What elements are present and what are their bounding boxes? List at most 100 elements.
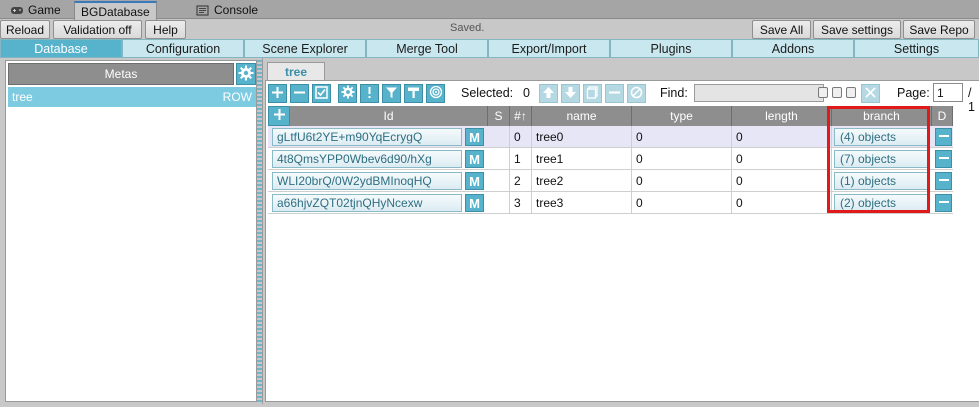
- minus-icon: [608, 86, 621, 102]
- row-branch-button[interactable]: (1) objects: [834, 172, 928, 190]
- validation-toggle-button[interactable]: Validation off: [53, 20, 142, 39]
- gear-icon: [340, 85, 355, 102]
- remove-selected-button[interactable]: [605, 84, 624, 103]
- move-up-button[interactable]: [539, 84, 558, 103]
- delete-row-button[interactable]: [935, 194, 952, 212]
- row-length-cell[interactable]: 0: [732, 170, 832, 192]
- meta-m-button[interactable]: M: [465, 194, 484, 212]
- row-s-cell[interactable]: [488, 170, 510, 192]
- row-branch-button[interactable]: (7) objects: [834, 150, 928, 168]
- gamepad-icon: [10, 5, 24, 16]
- target-button[interactable]: [426, 84, 445, 103]
- tab-merge-tool[interactable]: Merge Tool: [366, 39, 488, 58]
- row-branch-button[interactable]: (2) objects: [834, 194, 928, 212]
- move-down-button[interactable]: [561, 84, 580, 103]
- row-length-cell[interactable]: 0: [732, 126, 832, 148]
- row-id-field[interactable]: 4t8QmsYPP0Wbev6d90/hXg: [272, 150, 462, 168]
- delete-row-button[interactable]: [935, 128, 952, 146]
- window-tab-bgdatabase[interactable]: BGDatabase: [74, 1, 157, 20]
- tab-scene-explorer[interactable]: Scene Explorer: [244, 39, 366, 58]
- save-settings-button[interactable]: Save settings: [813, 20, 901, 39]
- row-length-cell[interactable]: 0: [732, 148, 832, 170]
- row-name-cell[interactable]: tree1: [532, 148, 632, 170]
- table-settings-button[interactable]: [338, 84, 357, 103]
- meta-m-button[interactable]: M: [465, 128, 484, 146]
- column-header-d[interactable]: D: [932, 106, 953, 126]
- column-header-s[interactable]: S: [488, 106, 510, 126]
- column-header-id[interactable]: Id: [290, 106, 488, 126]
- window-tab-game[interactable]: Game: [4, 1, 67, 19]
- reload-button[interactable]: Reload: [0, 20, 50, 39]
- minus-icon: [938, 152, 950, 167]
- meta-m-button[interactable]: M: [465, 150, 484, 168]
- find-option-checkbox-2[interactable]: [832, 87, 842, 98]
- row-type-cell[interactable]: 0: [632, 126, 732, 148]
- hammer-icon: [407, 86, 420, 102]
- row-name-cell[interactable]: tree0: [532, 126, 632, 148]
- window-tab-strip: Game BGDatabase Console: [0, 0, 979, 20]
- delete-rows-button[interactable]: [290, 84, 309, 103]
- table-row[interactable]: 4t8QmsYPP0Wbev6d90/hXg M 1 tree1 0 0 (7)…: [268, 148, 953, 170]
- row-branch-button[interactable]: (4) objects: [834, 128, 928, 146]
- filter-button[interactable]: [382, 84, 401, 103]
- row-id-field[interactable]: WLI20brQ/0W2ydBMInoqHQ: [272, 172, 462, 190]
- add-row-button[interactable]: [268, 84, 287, 103]
- row-id-field[interactable]: a66hjvZQT02tjnQHyNcexw: [272, 194, 462, 212]
- row-s-cell[interactable]: [488, 148, 510, 170]
- row-name-cell[interactable]: tree3: [532, 192, 632, 214]
- table-row[interactable]: gLtfU6t2YE+m90YqEcrygQ M 0 tree0 0 0 (4)…: [268, 126, 953, 148]
- metas-panel: Metas tree ROW: [5, 60, 257, 402]
- meta-name: tree: [12, 90, 33, 104]
- column-header-branch[interactable]: branch: [832, 106, 932, 126]
- meta-content-panel: tree Selected: 0 Find: Page: 1 / 1 Id S: [262, 58, 979, 404]
- meta-tab-tree[interactable]: tree: [267, 62, 325, 81]
- minus-icon: [938, 130, 950, 145]
- save-repo-button[interactable]: Save Repo: [903, 20, 975, 39]
- metas-settings-button[interactable]: [236, 63, 256, 85]
- tab-plugins[interactable]: Plugins: [610, 39, 732, 58]
- clear-selection-button[interactable]: [627, 84, 646, 103]
- row-type-cell[interactable]: 0: [632, 192, 732, 214]
- plus-icon: [271, 86, 284, 102]
- row-name-cell[interactable]: tree2: [532, 170, 632, 192]
- row-s-cell[interactable]: [488, 192, 510, 214]
- row-type-cell[interactable]: 0: [632, 170, 732, 192]
- row-length-cell[interactable]: 0: [732, 192, 832, 214]
- column-header-name[interactable]: name: [532, 106, 632, 126]
- clear-find-button[interactable]: [861, 84, 880, 103]
- row-id-field[interactable]: gLtfU6t2YE+m90YqEcrygQ: [272, 128, 462, 146]
- tab-database[interactable]: Database: [0, 39, 122, 58]
- find-input[interactable]: [694, 84, 824, 102]
- add-row-header-button[interactable]: [268, 106, 290, 126]
- delete-row-button[interactable]: [935, 150, 952, 168]
- column-header-length[interactable]: length: [732, 106, 832, 126]
- meta-item-tree[interactable]: tree ROW: [8, 87, 256, 107]
- table-row[interactable]: a66hjvZQT02tjnQHyNcexw M 3 tree3 0 0 (2)…: [268, 192, 953, 214]
- select-all-button[interactable]: [312, 84, 331, 103]
- arrow-up-icon: [542, 86, 555, 102]
- save-all-button[interactable]: Save All: [752, 20, 811, 39]
- page-total: / 1: [968, 86, 975, 114]
- copy-button[interactable]: [583, 84, 602, 103]
- delete-row-button[interactable]: [935, 172, 952, 190]
- row-type-cell[interactable]: 0: [632, 148, 732, 170]
- row-num-cell: 2: [510, 170, 532, 192]
- validation-button[interactable]: [360, 84, 379, 103]
- help-button[interactable]: Help: [145, 20, 186, 39]
- row-s-cell[interactable]: [488, 126, 510, 148]
- tab-configuration[interactable]: Configuration: [122, 39, 244, 58]
- find-option-checkbox-3[interactable]: [846, 87, 856, 98]
- meta-m-button[interactable]: M: [465, 172, 484, 190]
- window-tab-label: Game: [28, 3, 61, 17]
- selected-label: Selected:: [461, 86, 514, 100]
- column-header-num[interactable]: #↑: [510, 106, 532, 126]
- table-row[interactable]: WLI20brQ/0W2ydBMInoqHQ M 2 tree2 0 0 (1)…: [268, 170, 953, 192]
- tab-settings[interactable]: Settings: [854, 39, 979, 58]
- hammer-tool-button[interactable]: [404, 84, 423, 103]
- page-input[interactable]: 1: [933, 83, 963, 102]
- tab-addons[interactable]: Addons: [732, 39, 854, 58]
- tab-export-import[interactable]: Export/Import: [488, 39, 610, 58]
- window-tab-console[interactable]: Console: [190, 1, 264, 19]
- column-header-type[interactable]: type: [632, 106, 732, 126]
- find-option-checkbox-1[interactable]: [818, 87, 828, 98]
